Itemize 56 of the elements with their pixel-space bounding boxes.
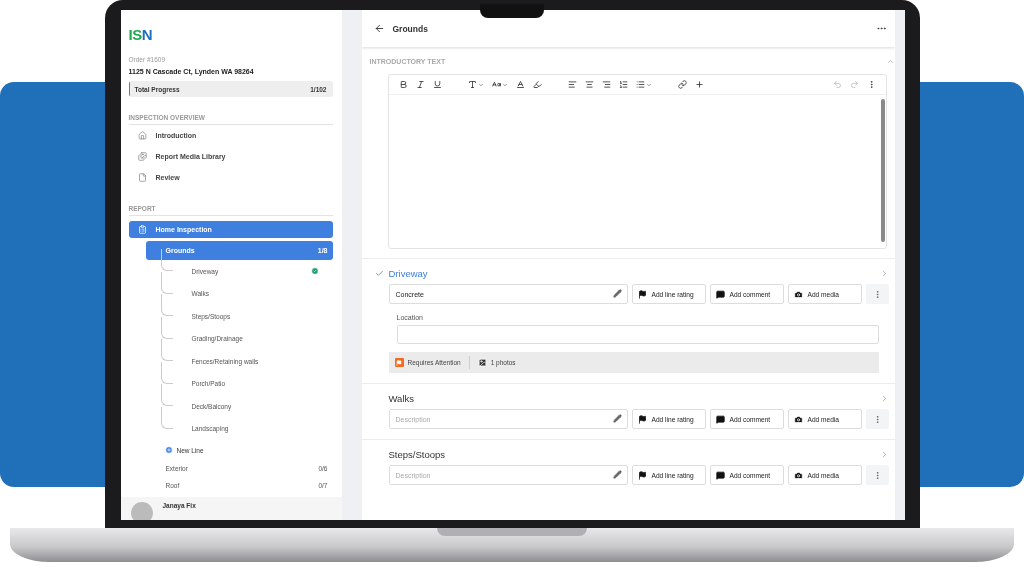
- font-size-icon: [491, 80, 501, 89]
- back-icon[interactable]: [373, 23, 385, 34]
- caret-icon: [501, 81, 508, 88]
- align-left-icon: [567, 80, 577, 89]
- caret-icon: [477, 81, 484, 88]
- item-title: Steps/Stoops: [388, 449, 445, 460]
- link-icon: [677, 80, 687, 89]
- numbered-list-icon: [618, 80, 628, 89]
- comment-icon: [715, 289, 725, 299]
- flag-icon: [637, 470, 647, 480]
- underline-icon: [432, 80, 442, 89]
- redo-icon: [849, 80, 859, 89]
- tree-line: [160, 384, 173, 406]
- tree-line: [160, 271, 173, 294]
- italic-icon: [415, 80, 425, 89]
- caret-icon: [645, 81, 652, 88]
- pencil-icon[interactable]: [612, 289, 622, 298]
- align-right-icon: [601, 80, 611, 89]
- camera-notch: [480, 4, 544, 18]
- flag-icon: [637, 289, 647, 299]
- page-title: Grounds: [392, 23, 428, 34]
- font-icon: [467, 80, 477, 89]
- camera-icon: [793, 414, 803, 424]
- photo-icon: [477, 358, 487, 367]
- comment-icon: [715, 470, 725, 480]
- align-center-icon: [584, 80, 594, 89]
- images-icon: [137, 152, 147, 161]
- pencil-icon[interactable]: [612, 470, 622, 479]
- document-icon: [137, 173, 147, 182]
- scrollbar[interactable]: [880, 99, 885, 242]
- location-field[interactable]: [396, 325, 879, 344]
- flag-icon: [637, 414, 647, 424]
- insert-icon: [694, 80, 704, 89]
- camera-icon: [793, 470, 803, 480]
- comment-icon: [715, 414, 725, 424]
- item-title: Driveway: [388, 268, 428, 279]
- camera-icon: [793, 289, 803, 299]
- highlighter-icon: [532, 80, 542, 89]
- bullet-list-icon: [635, 80, 645, 89]
- text-color-icon: [515, 80, 525, 89]
- flag-icon: [394, 358, 404, 367]
- item-title: Walks: [388, 393, 414, 404]
- tree-line: [160, 361, 173, 384]
- tree-line: [160, 406, 173, 429]
- pencil-icon[interactable]: [612, 414, 622, 423]
- clipboard-icon: [137, 225, 147, 234]
- link-button[interactable]: [675, 77, 689, 92]
- user-avatar: [130, 502, 153, 520]
- tree-line: [160, 294, 173, 316]
- home-icon: [137, 131, 147, 140]
- logo: ISN: [128, 26, 154, 44]
- tree-line: [160, 316, 173, 339]
- tree-line: [160, 339, 173, 361]
- undo-icon: [832, 80, 842, 89]
- plus-icon: [164, 446, 173, 454]
- bold-icon: [398, 80, 408, 89]
